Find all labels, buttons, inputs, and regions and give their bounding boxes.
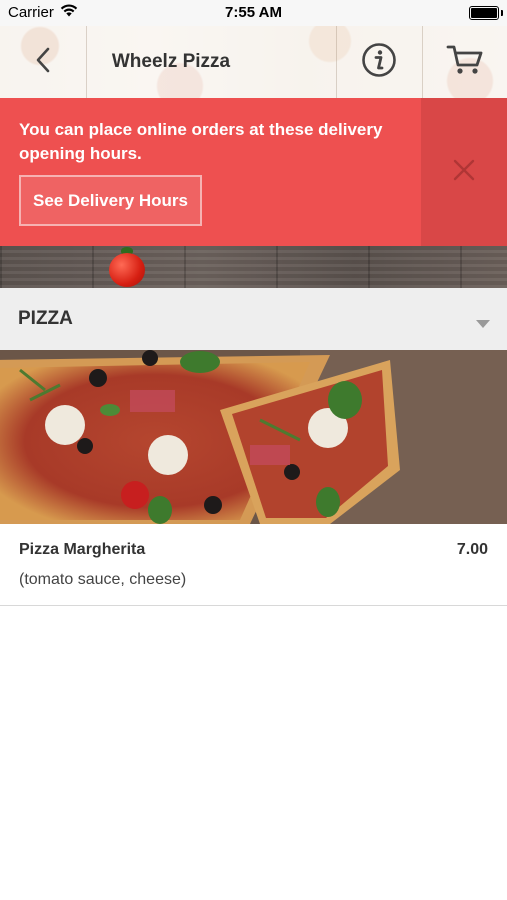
chevron-left-icon (35, 47, 51, 78)
tomato-decoration (109, 253, 145, 287)
battery-icon (469, 6, 503, 20)
item-description: (tomato sauce, cheese) (19, 571, 187, 588)
status-time: 7:55 AM (225, 4, 282, 21)
close-icon (453, 159, 475, 186)
delivery-notice-banner: You can place online orders at these del… (0, 98, 507, 246)
pizza-image (0, 350, 507, 524)
battery-level (471, 8, 497, 18)
see-delivery-hours-button[interactable]: See Delivery Hours (19, 175, 202, 226)
category-header-pizza[interactable]: PIZZA (0, 288, 507, 350)
category-title: PIZZA (18, 308, 73, 329)
page-title: Wheelz Pizza (111, 51, 231, 72)
menu-item[interactable]: Pizza Margherita 7.00 (tomato sauce, che… (0, 524, 507, 606)
item-price: 7.00 (456, 541, 488, 558)
cart-icon (446, 44, 484, 81)
notice-message: You can place online orders at these del… (19, 120, 383, 163)
close-notice-button[interactable] (421, 98, 507, 246)
back-button[interactable] (0, 26, 86, 98)
wood-background-strip (0, 246, 507, 288)
caret-down-icon (476, 315, 490, 333)
info-icon (361, 42, 397, 83)
info-button[interactable] (336, 26, 422, 98)
item-name: Pizza Margherita (19, 541, 146, 558)
cart-button[interactable] (422, 26, 507, 98)
app-header: Wheelz Pizza (0, 26, 507, 98)
status-bar: Carrier 7:55 AM (0, 0, 507, 26)
